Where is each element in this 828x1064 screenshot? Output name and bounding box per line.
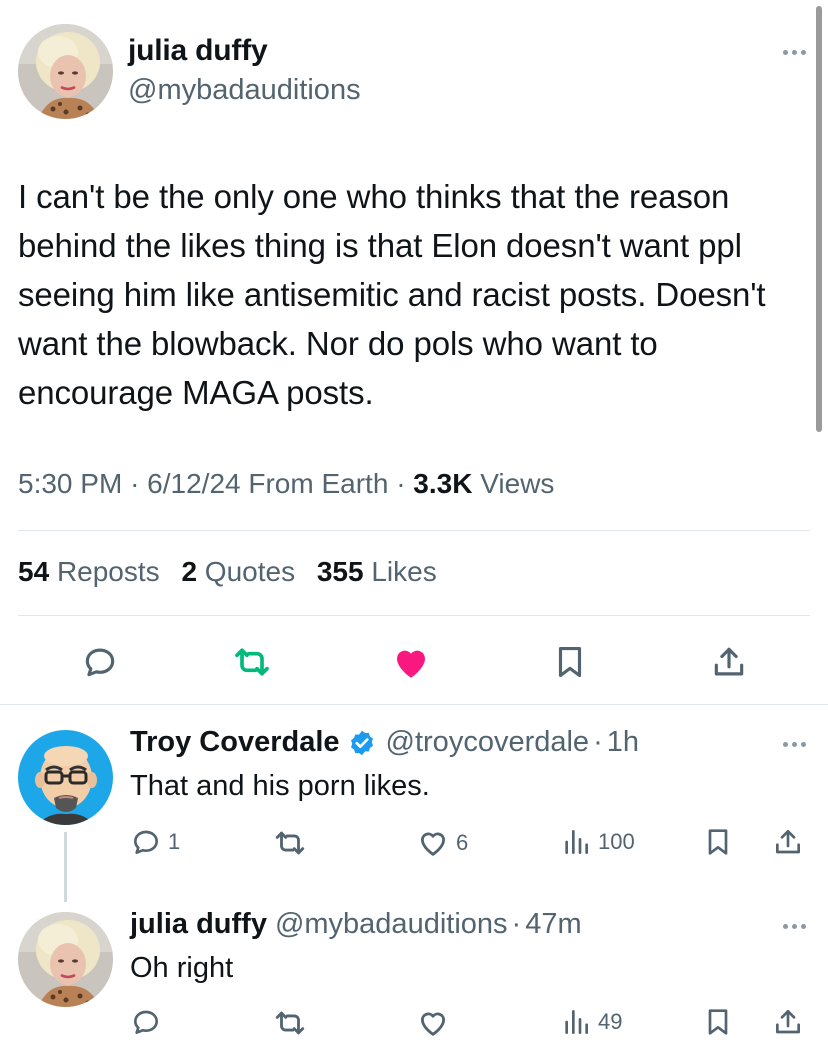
reply-author-avatar[interactable] (18, 730, 113, 825)
bookmark-button[interactable] (702, 1006, 734, 1038)
reply-text: Oh right (130, 952, 234, 984)
more-options-icon[interactable] (783, 742, 806, 747)
bookmark-icon (708, 1009, 728, 1035)
more-options-icon[interactable] (783, 50, 806, 55)
views-count: 3.3K (413, 468, 473, 499)
reply-time[interactable]: 1h (607, 726, 639, 759)
tweet-text: I can't be the only one who thinks that … (18, 178, 766, 411)
bookmark-icon[interactable] (548, 640, 592, 684)
divider (18, 615, 810, 616)
more-options-icon[interactable] (783, 924, 806, 929)
bookmark-icon (708, 829, 728, 855)
views-button[interactable]: 49 (560, 1006, 622, 1038)
like-heart-icon (420, 832, 446, 856)
reply-button[interactable]: 1 (130, 826, 180, 858)
separator-dot: · (511, 908, 522, 940)
like-heart-icon (420, 1012, 446, 1036)
reply-button[interactable] (130, 1006, 168, 1038)
share-icon (776, 830, 800, 854)
reply-author-name[interactable]: julia duffy (130, 908, 267, 941)
reposts-stat[interactable]: 54 Reposts (18, 556, 160, 587)
tweet-source: From Earth (248, 468, 389, 499)
reply-author-handle[interactable]: @troycoverdale (386, 726, 590, 759)
repost-button[interactable] (273, 1006, 313, 1040)
share-button[interactable] (772, 826, 804, 858)
reply-author-name[interactable]: Troy Coverdale (130, 726, 340, 759)
separator-dot: · (396, 468, 406, 499)
reply-time[interactable]: 47m (525, 908, 581, 941)
views-bar-chart-icon (565, 830, 588, 854)
separator-dot: · (593, 726, 603, 758)
reply-author-handle[interactable]: @mybadauditions (275, 908, 508, 941)
reply-header: julia duffy @mybadauditions · 47m (130, 908, 582, 941)
thread-connector-line (64, 832, 67, 902)
reply-text: That and his porn likes. (130, 770, 430, 802)
reply-icon (134, 1010, 158, 1034)
bookmark-button[interactable] (702, 826, 734, 858)
views-count: 49 (598, 1009, 623, 1034)
share-button[interactable] (772, 1006, 804, 1038)
views-bar-chart-icon (565, 1010, 588, 1034)
repost-icon (275, 831, 305, 855)
reply-header: Troy Coverdale @troycoverdale · 1h (130, 726, 639, 759)
views-count: 100 (598, 829, 635, 854)
divider (0, 704, 828, 705)
tweet-time[interactable]: 5:30 PM (18, 468, 122, 499)
like-button[interactable]: 6 (416, 826, 468, 860)
views-label: Views (480, 468, 555, 499)
tweet-action-bar (0, 640, 828, 690)
share-icon[interactable] (707, 640, 751, 684)
separator-dot: · (130, 468, 140, 499)
divider (18, 530, 810, 531)
share-icon (776, 1010, 800, 1034)
reply-count: 1 (168, 829, 181, 854)
reply-icon (134, 830, 158, 854)
repost-button[interactable] (273, 826, 313, 860)
repost-icon (275, 1011, 305, 1035)
likes-stat[interactable]: 355 Likes (317, 556, 437, 587)
repost-icon[interactable] (230, 640, 274, 684)
like-button[interactable] (416, 1006, 456, 1040)
like-heart-icon[interactable] (389, 640, 433, 684)
tweet-metadata: 5:30 PM · 6/12/24 From Earth · 3.3K View… (18, 468, 554, 500)
engagement-stats: 54 Reposts 2 Quotes 355 Likes (18, 556, 451, 588)
author-avatar[interactable] (18, 24, 113, 119)
author-name[interactable]: julia duffy (128, 34, 268, 68)
quotes-stat[interactable]: 2 Quotes (181, 556, 295, 587)
tweet-date[interactable]: 6/12/24 (147, 468, 240, 499)
like-count: 6 (456, 830, 469, 855)
author-handle[interactable]: @mybadauditions (128, 74, 361, 107)
reply-author-avatar[interactable] (18, 912, 113, 1007)
views-button[interactable]: 100 (560, 826, 635, 858)
reply-icon[interactable] (78, 640, 122, 684)
verified-badge-icon (348, 729, 376, 757)
